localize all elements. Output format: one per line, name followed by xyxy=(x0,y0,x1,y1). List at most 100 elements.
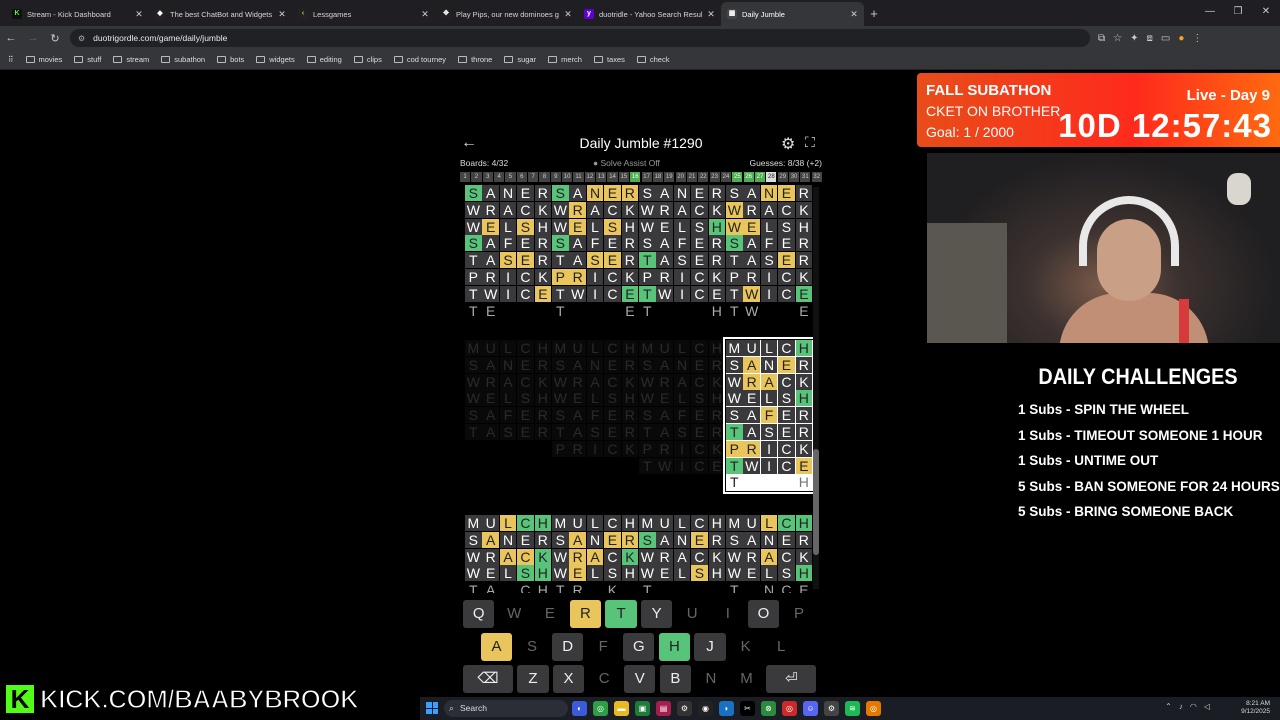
chrome-alt-icon[interactable]: ◎ xyxy=(782,701,797,716)
key-a[interactable]: A xyxy=(480,633,513,661)
tray-chevron-icon[interactable]: ⌃ xyxy=(1165,702,1172,711)
url-input[interactable]: ⚙ duotrigordle.com/game/daily/jumble xyxy=(70,29,1090,47)
game-board[interactable]: MULCHSANERWRACKWELSHSAFERTASERPRICKTWICE xyxy=(639,340,726,474)
key-v[interactable]: V xyxy=(624,665,656,693)
obs-icon[interactable]: ◉ xyxy=(698,701,713,716)
copilot-icon[interactable]: ◐ xyxy=(572,701,587,716)
key-e[interactable]: E xyxy=(534,600,565,628)
install-icon[interactable]: ⧉ xyxy=(1098,33,1105,44)
key-p[interactable]: P xyxy=(783,600,814,628)
key-q[interactable]: Q xyxy=(463,600,495,628)
windows-start-icon[interactable] xyxy=(426,702,438,714)
game-board[interactable]: MULCHSANERWRACKWELSHSAFERTASER xyxy=(465,340,552,441)
bookmark-folder[interactable]: cod tourney xyxy=(393,55,446,64)
board-number[interactable]: 3 xyxy=(482,172,493,182)
key-b[interactable]: B xyxy=(659,665,691,693)
board-number[interactable]: 17 xyxy=(641,172,652,182)
board-number[interactable]: 29 xyxy=(777,172,788,182)
tab-close-icon[interactable]: ✕ xyxy=(564,9,572,20)
discord-icon[interactable]: ☺ xyxy=(803,701,818,716)
board-number[interactable]: 24 xyxy=(720,172,732,182)
board-number[interactable]: 7 xyxy=(528,172,539,182)
fullscreen-icon[interactable]: ⛶ xyxy=(805,134,815,151)
volume-icon[interactable]: ◁ xyxy=(1204,702,1210,711)
bookmark-folder[interactable]: clips xyxy=(353,55,382,64)
game-board[interactable]: MULCHSANERWRACKWELSHT xyxy=(639,515,726,593)
board-number[interactable]: 14 xyxy=(607,172,618,182)
key-s[interactable]: S xyxy=(516,633,547,661)
gear-app-icon[interactable]: ⚙ xyxy=(677,701,692,716)
bookmark-folder[interactable]: check xyxy=(636,55,669,64)
apps-grid-icon[interactable]: ⠿ xyxy=(8,55,14,64)
game-board[interactable]: MULCHSANERWRACKWELSHTRK xyxy=(552,515,639,593)
board-number[interactable]: 5 xyxy=(505,172,516,182)
board-number[interactable]: 31 xyxy=(800,172,811,182)
green-app-icon[interactable]: ▣ xyxy=(635,701,650,716)
browser-tab[interactable]: ✥ Play Pips, our new dominoes game ✕ xyxy=(435,2,578,26)
board-number[interactable]: 23 xyxy=(709,172,720,182)
board-number[interactable]: 12 xyxy=(584,172,595,182)
key-f[interactable]: F xyxy=(588,633,619,661)
key-y[interactable]: Y xyxy=(640,600,673,628)
tab-close-icon[interactable]: ✕ xyxy=(421,9,429,20)
browser-tab[interactable]: y duotridle - Yahoo Search Results ✕ xyxy=(578,2,721,26)
board-number[interactable]: 4 xyxy=(494,172,505,182)
board-number[interactable]: 16 xyxy=(630,172,641,182)
key-u[interactable]: U xyxy=(677,600,708,628)
tab-close-icon[interactable]: ✕ xyxy=(707,9,715,20)
boards-scrollbar[interactable] xyxy=(813,187,819,589)
bookmark-folder[interactable]: widgets xyxy=(256,55,295,64)
taskbar-clock[interactable]: 8:21 AM 9/12/2025 xyxy=(1241,700,1270,716)
minimize-icon[interactable]: — xyxy=(1196,0,1224,24)
board-number[interactable]: 27 xyxy=(754,172,766,182)
game-board[interactable]: MULCHSANERWRACKWELSHSAFERTASERPRICKTWICE… xyxy=(723,336,816,495)
site-info-icon[interactable]: ⚙ xyxy=(78,34,85,43)
sidebar-icon[interactable]: ▭ xyxy=(1161,33,1170,44)
backspace-key[interactable]: ⌫ xyxy=(463,665,513,693)
key-w[interactable]: W xyxy=(499,600,530,628)
board-number[interactable]: 8 xyxy=(539,172,550,182)
tab-close-icon[interactable]: ✕ xyxy=(135,9,143,20)
key-o[interactable]: O xyxy=(747,600,780,628)
board-number[interactable]: 10 xyxy=(562,172,573,182)
key-r[interactable]: R xyxy=(569,600,602,628)
forward-icon[interactable]: → xyxy=(22,32,44,44)
tab-close-icon[interactable]: ✕ xyxy=(850,9,858,20)
bookmark-folder[interactable]: throne xyxy=(458,55,492,64)
key-g[interactable]: G xyxy=(623,633,655,661)
key-t[interactable]: T xyxy=(605,600,637,628)
board-number[interactable]: 21 xyxy=(686,172,698,182)
board-number[interactable]: 22 xyxy=(698,172,709,182)
red-app-icon[interactable]: ▤ xyxy=(656,701,671,716)
key-n[interactable]: N xyxy=(695,665,726,693)
board-number[interactable]: 11 xyxy=(573,172,584,182)
bookmark-folder[interactable]: stuff xyxy=(74,55,101,64)
key-j[interactable]: J xyxy=(694,633,726,661)
taskbar-search[interactable]: Search xyxy=(444,700,568,717)
settings-gear-icon[interactable]: ⚙ xyxy=(781,134,795,154)
board-number[interactable]: 19 xyxy=(664,172,675,182)
browser-tab[interactable]: ◆ The best ChatBot and Widgets ✕ xyxy=(149,2,292,26)
game-board[interactable]: SANERWRACKWELSHSAFERTASERPRICKTWICETE xyxy=(552,185,639,319)
game-board[interactable]: SANERWRACKWELSHSAFERTASERPRICKTWICETWE xyxy=(726,185,813,319)
board-number[interactable]: 28 xyxy=(766,172,777,182)
board-number[interactable]: 32 xyxy=(811,172,822,182)
key-x[interactable]: X xyxy=(552,665,585,693)
scrollbar-thumb[interactable] xyxy=(813,449,819,555)
bookmark-folder[interactable]: subathon xyxy=(161,55,205,64)
key-d[interactable]: D xyxy=(551,633,584,661)
bookmark-star-icon[interactable]: ☆ xyxy=(1113,33,1122,44)
board-number[interactable]: 13 xyxy=(596,172,607,182)
file-explorer-icon[interactable]: ▬ xyxy=(614,701,629,716)
key-m[interactable]: M xyxy=(731,665,762,693)
key-i[interactable]: I xyxy=(712,600,743,628)
game-board[interactable]: MULCHSANERWRACKWELSHTACH xyxy=(465,515,552,593)
spotify-icon[interactable]: ≋ xyxy=(845,701,860,716)
game-board[interactable]: MULCHSANERWRACKWELSHTNCE xyxy=(726,515,813,593)
microphone-icon[interactable]: ♪ xyxy=(1179,702,1183,711)
key-l[interactable]: L xyxy=(766,633,797,661)
board-number[interactable]: 9 xyxy=(550,172,561,182)
board-number[interactable]: 30 xyxy=(788,172,800,182)
key-k[interactable]: K xyxy=(730,633,761,661)
bookmark-folder[interactable]: editing xyxy=(306,55,342,64)
